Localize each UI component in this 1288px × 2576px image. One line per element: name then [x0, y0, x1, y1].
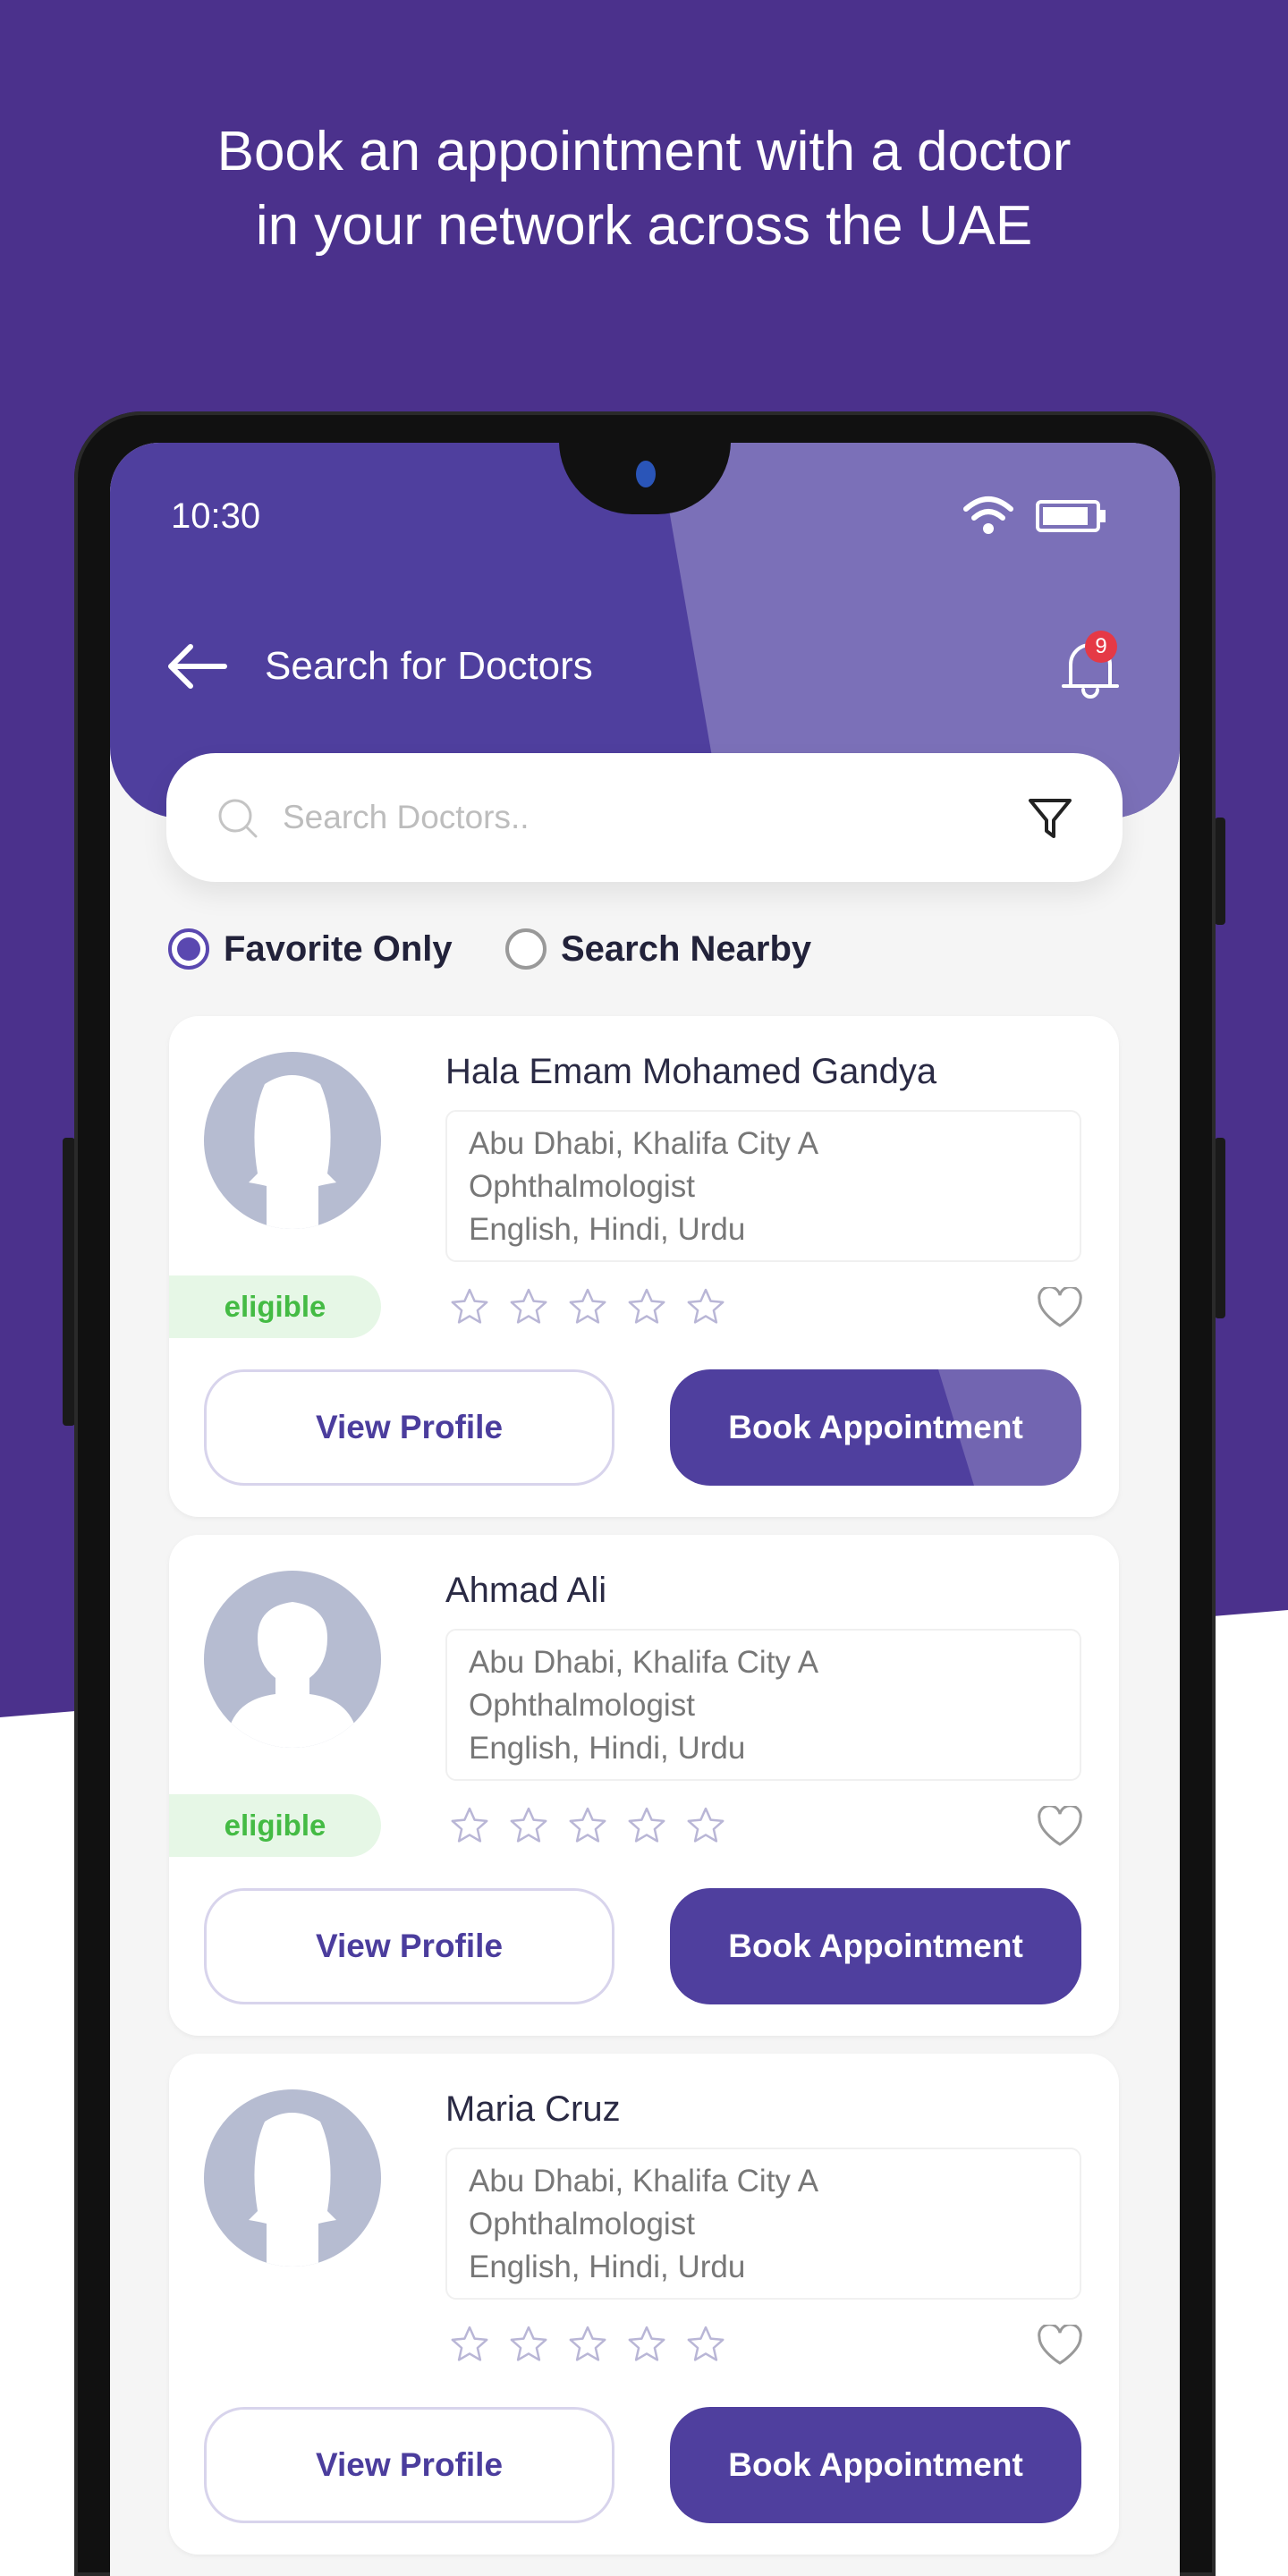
- search-input[interactable]: [283, 791, 980, 844]
- back-arrow-icon[interactable]: [165, 641, 228, 691]
- doctor-location: Abu Dhabi, Khalifa City A: [469, 1645, 819, 1680]
- view-profile-button[interactable]: View Profile: [204, 1888, 614, 2004]
- rating-stars[interactable]: [450, 2325, 725, 2364]
- favorite-heart-icon[interactable]: [1037, 2325, 1083, 2366]
- radio-label: Search Nearby: [561, 928, 812, 969]
- page-title: Search for Doctors: [265, 644, 593, 688]
- camera-icon: [636, 461, 656, 487]
- rating-stars[interactable]: [450, 1287, 725, 1326]
- eligibility-badge: eligible: [169, 1794, 381, 1857]
- doctor-name: Hala Emam Mohamed Gandya: [445, 1052, 937, 1091]
- radio-favorite-only[interactable]: Favorite Only: [168, 928, 453, 970]
- doctor-languages: English, Hindi, Urdu: [469, 1212, 746, 1247]
- doctor-info-box: Abu Dhabi, Khalifa City A Ophthalmologis…: [445, 1629, 1081, 1781]
- star-icon[interactable]: [568, 1806, 607, 1845]
- notification-badge: 9: [1085, 631, 1117, 663]
- book-appointment-label: Book Appointment: [728, 1409, 1023, 1445]
- doctor-specialty: Ophthalmologist: [469, 1169, 695, 1204]
- doctor-location: Abu Dhabi, Khalifa City A: [469, 2164, 819, 2199]
- search-bar: [166, 753, 1123, 882]
- book-appointment-button[interactable]: Book Appointment: [670, 1888, 1081, 2004]
- doctor-info-box: Abu Dhabi, Khalifa City A Ophthalmologis…: [445, 2148, 1081, 2300]
- phone-screen: 10:30 Search for Doctors 9 Favorite Only…: [110, 443, 1180, 2576]
- doctor-info-box: Abu Dhabi, Khalifa City A Ophthalmologis…: [445, 1110, 1081, 1262]
- view-profile-button[interactable]: View Profile: [204, 1369, 614, 1486]
- doctor-languages: English, Hindi, Urdu: [469, 1731, 746, 1766]
- star-icon[interactable]: [450, 2325, 489, 2364]
- radio-search-nearby[interactable]: Search Nearby: [505, 928, 811, 970]
- doctor-avatar: [204, 1571, 381, 1748]
- doctor-card: Maria Cruz Abu Dhabi, Khalifa City A Oph…: [169, 2054, 1119, 2555]
- star-icon[interactable]: [509, 2325, 548, 2364]
- promo-headline-line1: Book an appointment with a doctor: [216, 121, 1072, 182]
- doctor-avatar: [204, 2089, 381, 2267]
- phone-side-button: [1215, 1138, 1225, 1318]
- filter-icon[interactable]: [1025, 793, 1075, 843]
- favorite-heart-icon[interactable]: [1037, 1287, 1083, 1328]
- radio-button[interactable]: [168, 928, 209, 970]
- phone-side-button: [63, 1138, 75, 1426]
- radio-label: Favorite Only: [224, 928, 453, 969]
- star-icon[interactable]: [627, 2325, 666, 2364]
- star-icon[interactable]: [686, 1806, 725, 1845]
- phone-side-button: [1215, 818, 1225, 925]
- star-icon[interactable]: [450, 1806, 489, 1845]
- view-profile-button[interactable]: View Profile: [204, 2407, 614, 2523]
- star-icon[interactable]: [568, 1287, 607, 1326]
- promo-headline-line2: in your network across the UAE: [255, 195, 1033, 257]
- status-time: 10:30: [171, 496, 261, 536]
- doctor-specialty: Ophthalmologist: [469, 2207, 695, 2241]
- star-icon[interactable]: [627, 1806, 666, 1845]
- doctor-languages: English, Hindi, Urdu: [469, 2250, 746, 2284]
- book-appointment-button[interactable]: Book Appointment: [670, 2407, 1081, 2523]
- star-icon[interactable]: [450, 1287, 489, 1326]
- battery-icon: [1036, 500, 1106, 532]
- star-icon[interactable]: [509, 1806, 548, 1845]
- rating-stars[interactable]: [450, 1806, 725, 1845]
- doctor-location: Abu Dhabi, Khalifa City A: [469, 1126, 819, 1161]
- radio-button[interactable]: [505, 928, 547, 970]
- eligibility-badge: eligible: [169, 1275, 381, 1338]
- doctor-card: Hala Emam Mohamed Gandya Abu Dhabi, Khal…: [169, 1016, 1119, 1517]
- star-icon[interactable]: [686, 1287, 725, 1326]
- doctor-name: Maria Cruz: [445, 2089, 621, 2129]
- book-appointment-button[interactable]: Book Appointment: [670, 1369, 1081, 1486]
- star-icon[interactable]: [686, 2325, 725, 2364]
- search-icon: [218, 799, 258, 838]
- doctor-specialty: Ophthalmologist: [469, 1688, 695, 1723]
- star-icon[interactable]: [627, 1287, 666, 1326]
- wifi-icon: [963, 496, 1013, 534]
- doctor-avatar: [204, 1052, 381, 1229]
- doctor-name: Ahmad Ali: [445, 1571, 607, 1610]
- favorite-heart-icon[interactable]: [1037, 1806, 1083, 1847]
- book-appointment-label: Book Appointment: [728, 2446, 1023, 2483]
- star-icon[interactable]: [568, 2325, 607, 2364]
- star-icon[interactable]: [509, 1287, 548, 1326]
- book-appointment-label: Book Appointment: [728, 1928, 1023, 1964]
- doctor-card: Ahmad Ali Abu Dhabi, Khalifa City A Opht…: [169, 1535, 1119, 2036]
